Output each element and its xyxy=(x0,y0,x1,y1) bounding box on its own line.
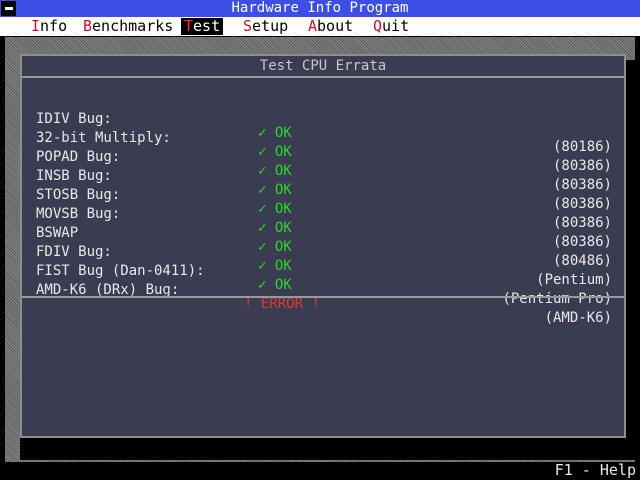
menu-label-setup: etup xyxy=(252,17,289,35)
window-title: Test CPU Errata xyxy=(22,56,624,78)
menu-item-benchmarks[interactable]: Benchmarks xyxy=(80,18,176,35)
menu-label-about: bout xyxy=(317,17,354,35)
menu-item-quit[interactable]: Quit xyxy=(370,18,412,35)
test-status: ! ERROR ! xyxy=(244,296,320,312)
cpu-model: (AMD-K6) xyxy=(544,310,612,326)
errata-row: POPAD Bug: ✓ OK (80386) xyxy=(22,136,624,192)
menu-item-setup[interactable]: Setup xyxy=(240,18,291,35)
menu-label-benchmarks: enchmarks xyxy=(92,17,174,35)
title-bar: Hardware Info Program xyxy=(0,0,640,17)
status-bar: F1 - Help xyxy=(0,462,640,480)
menu-item-test[interactable]: Test xyxy=(181,17,224,35)
test-name: AMD-K6 (DRx) Bug: xyxy=(36,282,180,298)
menu-hotkey-setup: S xyxy=(243,17,253,35)
errata-row: STOSB Bug: ✓ OK (80386) xyxy=(22,174,624,230)
errata-row: IDIV Bug: ✓ OK (80186) xyxy=(22,98,624,154)
errata-row: FIST Bug (Dan-0411): ✓ OK (Pentium Pro) xyxy=(22,250,624,306)
errata-window: Test CPU Errata IDIV Bug: ✓ OK (80186) 3… xyxy=(20,54,626,438)
help-hint[interactable]: F1 - Help xyxy=(555,463,636,478)
errata-row: FDIV Bug: ✓ OK (Pentium) xyxy=(22,231,624,287)
window-divider xyxy=(22,296,624,298)
errata-row: INSB Bug: ✓ OK (80386) xyxy=(22,155,624,211)
menu-label-test: est xyxy=(193,17,221,35)
app-title: Hardware Info Program xyxy=(231,0,409,16)
menu-label-info: nfo xyxy=(40,17,68,35)
menu-hotkey-quit: Q xyxy=(373,17,383,35)
menu-hotkey-about: A xyxy=(308,17,318,35)
errata-row: MOVSB Bug: ✓ OK (80386) xyxy=(22,193,624,249)
errata-row: BSWAP ✓ OK (80486) xyxy=(22,212,624,268)
menu-bar: Info Benchmarks Test Setup About Quit xyxy=(0,17,640,36)
menu-item-info[interactable]: Info xyxy=(28,18,70,35)
cpu-model: (Pentium Pro) xyxy=(502,291,612,307)
errata-row: 32-bit Multiply: ✓ OK (80386) xyxy=(22,117,624,173)
menu-label-quit: uit xyxy=(382,17,410,35)
errata-row: AMD-K6 (DRx) Bug: ! ERROR ! (AMD-K6) xyxy=(22,269,624,325)
menu-hotkey-benchmarks: B xyxy=(83,17,93,35)
menu-item-about[interactable]: About xyxy=(305,18,356,35)
menu-hotkey-info: I xyxy=(31,17,41,35)
menu-hotkey-test: T xyxy=(184,17,194,35)
